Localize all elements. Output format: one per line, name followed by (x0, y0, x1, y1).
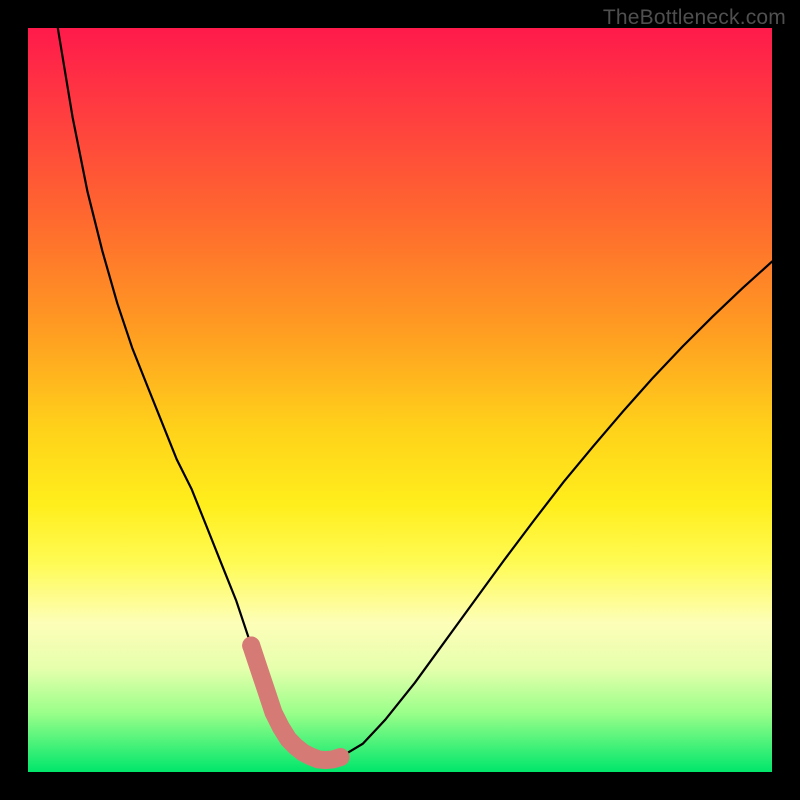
chart-svg (28, 28, 772, 772)
outer-frame: TheBottleneck.com (0, 0, 800, 800)
bottleneck-curve (58, 28, 772, 760)
watermark-text: TheBottleneck.com (603, 6, 786, 30)
plot-area (28, 28, 772, 772)
highlight-markers (251, 646, 340, 761)
highlight-end-dot (242, 637, 260, 655)
highlight-end-dot (332, 748, 350, 766)
